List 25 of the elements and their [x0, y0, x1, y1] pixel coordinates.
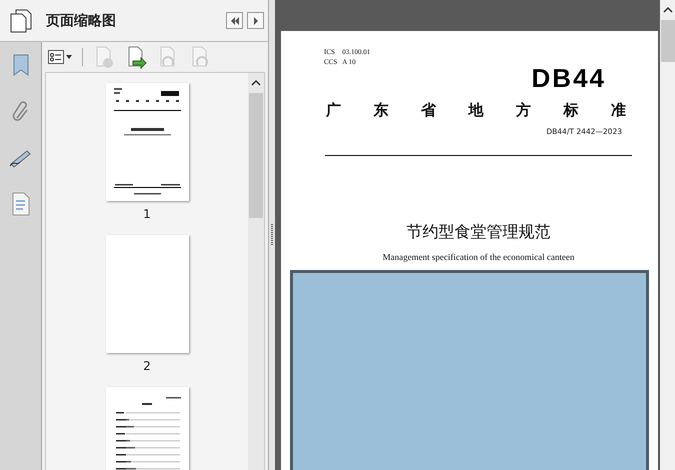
panel-title: 页面缩略图: [44, 12, 117, 30]
list-icon: [48, 50, 64, 64]
scrollbar-thumb[interactable]: [660, 20, 674, 62]
pages-icon: [10, 8, 32, 32]
right-arrow-icon: [252, 16, 258, 24]
document-icon: [12, 192, 30, 216]
standard-code: DB44: [532, 65, 606, 91]
document-subtitle: Management specification of the economical canteen: [382, 252, 574, 262]
scroll-up-icon[interactable]: [662, 6, 672, 14]
expand-button[interactable]: [247, 12, 264, 29]
document-title: 节约型食堂管理规范: [406, 222, 550, 243]
collapse-button[interactable]: [226, 12, 243, 29]
double-left-arrow-icon: [230, 16, 240, 24]
page-number: 2: [143, 359, 151, 373]
paperclip-icon: [12, 100, 30, 124]
scrollbar-thumb[interactable]: [249, 93, 263, 218]
page-thumbnail[interactable]: [106, 83, 188, 201]
scroll-up-icon[interactable]: [251, 79, 261, 87]
pen-icon: [8, 148, 32, 168]
page-thumbnail[interactable]: [106, 387, 188, 470]
page-number: 1: [143, 207, 151, 221]
caret-icon: [66, 55, 72, 59]
bookmark-icon: [12, 54, 28, 78]
page-thumbnail[interactable]: [106, 235, 188, 353]
authority-heading: 广东省地方标准: [326, 101, 649, 120]
